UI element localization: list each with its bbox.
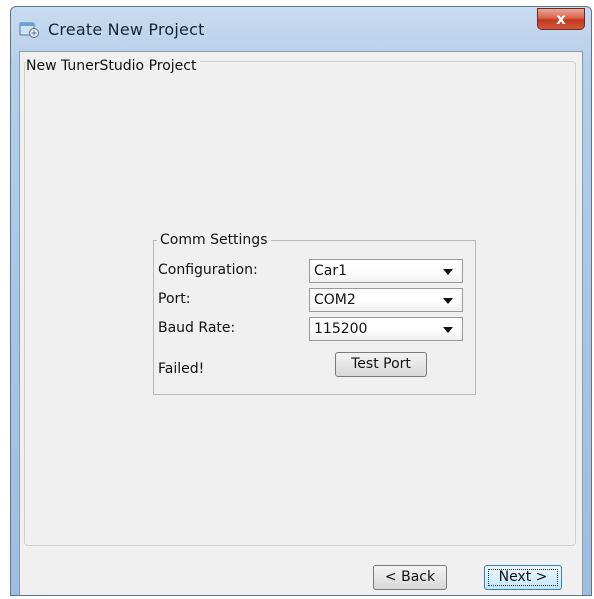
test-port-button[interactable]: Test Port (335, 352, 427, 377)
close-icon: x (556, 10, 566, 28)
chevron-down-icon (443, 327, 453, 333)
port-label: Port: (158, 291, 191, 307)
comm-settings-legend: Comm Settings (157, 232, 271, 248)
app-window-icon (19, 19, 41, 39)
chevron-down-icon (443, 269, 453, 275)
chevron-down-icon (443, 298, 453, 304)
focus-outline (488, 569, 558, 586)
connection-status-text: Failed! (158, 361, 205, 377)
next-button[interactable]: Next > (484, 565, 562, 590)
configuration-value: Car1 (314, 263, 348, 279)
configuration-select[interactable]: Car1 (309, 259, 463, 283)
port-select[interactable]: COM2 (309, 288, 463, 312)
back-button[interactable]: < Back (373, 565, 447, 590)
baud-rate-select[interactable]: 115200 (309, 317, 463, 341)
project-group-legend: New TunerStudio Project (26, 59, 201, 73)
dialog-content: New TunerStudio Project Comm Settings Co… (19, 51, 583, 595)
title-bar[interactable]: Create New Project x (11, 7, 591, 51)
project-group-box: New TunerStudio Project Comm Settings Co… (24, 59, 576, 546)
close-button[interactable]: x (537, 8, 585, 30)
create-project-window: Create New Project x New TunerStudio Pro… (10, 6, 592, 596)
baud-rate-label: Baud Rate: (158, 320, 236, 336)
baud-rate-value: 115200 (314, 321, 368, 337)
port-value: COM2 (314, 292, 356, 308)
window-title: Create New Project (48, 20, 205, 39)
comm-settings-group: Comm Settings Configuration: Car1 Port: … (153, 232, 476, 395)
configuration-label: Configuration: (158, 262, 258, 278)
